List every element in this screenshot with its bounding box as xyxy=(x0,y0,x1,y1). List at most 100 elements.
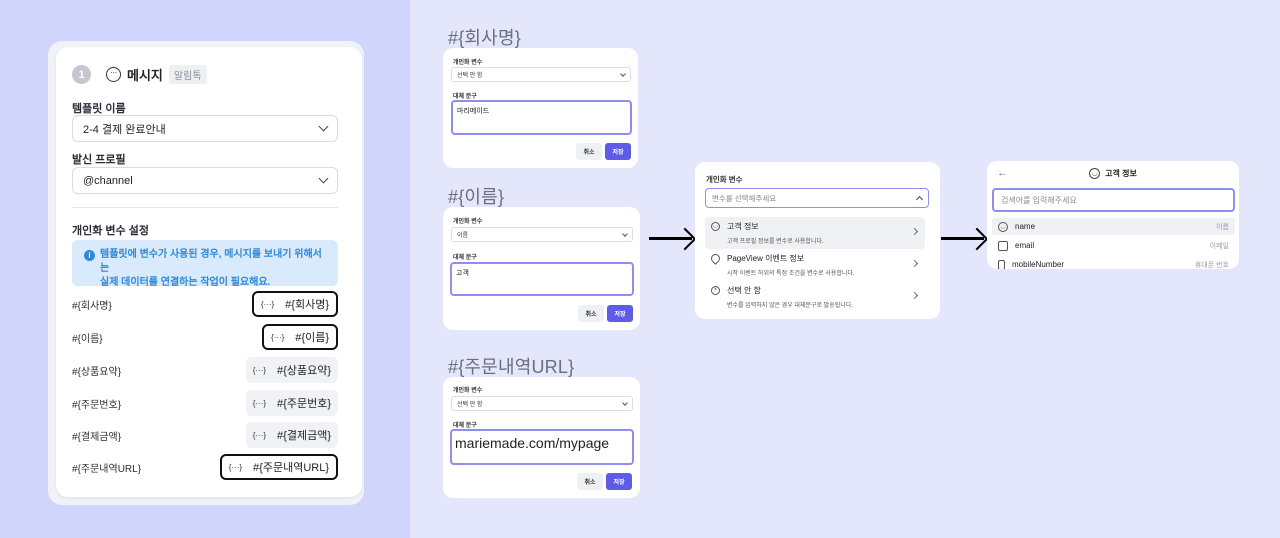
alt-text-value: mariemade.com/mypage xyxy=(455,435,610,451)
customer-info-header: ◡ 고객 정보 xyxy=(987,168,1239,179)
step-number: 1 xyxy=(72,65,91,84)
field-row-label: mobileNumber xyxy=(1012,260,1065,269)
cancel-button[interactable]: 취소 xyxy=(577,473,603,490)
dropdown-item-customer-info[interactable]: ◡ 고객 정보 고객 프로필 정보를 변수로 사용합니다. xyxy=(705,217,925,249)
field-row-label: name xyxy=(1015,222,1036,231)
url-variable-popup: 개인화 변수 선택 안 함 대체 문구 mariemade.com/mypage… xyxy=(443,377,640,498)
variable-row: #{이름} {···} #{이름} xyxy=(72,324,338,350)
template-name-label: 템플릿 이름 xyxy=(72,103,126,115)
chevron-down-icon xyxy=(318,173,329,184)
variable-label: 개인화 변수 xyxy=(453,60,483,66)
variables-heading: 개인화 변수 설정 xyxy=(72,225,149,237)
variable-name: #{이름} xyxy=(72,333,103,345)
location-pin-icon xyxy=(709,252,722,265)
right-arrow-icon xyxy=(941,237,984,240)
user-icon: ◡ xyxy=(998,221,1008,232)
variable-dropdown-popup: 개인화 변수 변수를 선택해주세요 ◡ 고객 정보 고객 프로필 정보를 변수로… xyxy=(695,162,940,319)
dropdown-item-title: 고객 정보 xyxy=(727,222,759,231)
variable-select[interactable]: 이름 xyxy=(451,227,633,242)
variable-row: #{상품요약} {···} #{상품요약} xyxy=(72,357,338,383)
template-select[interactable]: 2-4 결제 완료안내 xyxy=(72,115,338,142)
variable-select-value: 선택 안 함 xyxy=(457,402,483,408)
field-row-label: email xyxy=(1015,241,1035,250)
field-row-description: 이메일 xyxy=(1209,242,1229,250)
cancel-button[interactable]: 취소 xyxy=(578,305,604,322)
sender-profile-value: @channel xyxy=(83,174,133,187)
alt-text-label: 대체 문구 xyxy=(453,94,477,100)
variable-select-value: 선택 안 함 xyxy=(457,73,483,79)
variable-select-placeholder: 변수를 선택해주세요 xyxy=(712,193,777,203)
user-icon: ◡ xyxy=(1089,168,1101,179)
user-icon: ◡ xyxy=(711,222,720,231)
company-variable-popup: 개인화 변수 선택 안 함 대체 문구 마리메이드 취소 저장 xyxy=(443,48,638,168)
field-row-mobile[interactable]: mobileNumber 휴대폰 번호 xyxy=(992,256,1235,269)
variable-chip-button[interactable]: {···} #{회사명} xyxy=(251,291,338,317)
company-variable-heading: #{회사명} xyxy=(448,28,521,48)
info-icon: i xyxy=(84,250,95,261)
variable-label: 개인화 변수 xyxy=(453,219,483,225)
variable-label: 개인화 변수 xyxy=(453,388,483,394)
template-select-value: 2-4 결제 완료안내 xyxy=(83,123,166,136)
variable-select-value: 이름 xyxy=(457,233,469,239)
chevron-up-icon xyxy=(915,195,924,204)
variable-chip-label: #{결제금액} xyxy=(277,430,331,442)
field-row-email[interactable]: email 이메일 xyxy=(992,237,1235,254)
section-divider xyxy=(72,207,338,208)
variable-name: #{주문내역URL} xyxy=(72,463,142,475)
channel-badge: 알림톡 xyxy=(168,65,207,84)
variable-braces-icon: {···} xyxy=(270,332,285,342)
variable-select-open[interactable]: 변수를 선택해주세요 xyxy=(705,188,929,208)
chevron-down-icon xyxy=(318,121,329,132)
variable-select[interactable]: 선택 안 함 xyxy=(451,396,633,411)
variable-chip-button[interactable]: {···} #{주문내역URL} xyxy=(219,454,338,480)
chevron-down-icon xyxy=(622,399,628,406)
variable-chip-button[interactable]: {···} #{결제금액} xyxy=(245,422,338,448)
variable-chip-label: #{이름} xyxy=(295,332,329,344)
variable-chip-button[interactable]: {···} #{주문번호} xyxy=(245,390,338,416)
info-banner: i 템플릿에 변수가 사용된 경우, 메시지를 보내기 위해서는 실제 데이터를… xyxy=(72,240,338,288)
variable-braces-icon: {···} xyxy=(260,299,275,309)
sender-profile-label: 발신 프로필 xyxy=(72,154,126,166)
variable-chip-label: #{주문번호} xyxy=(277,398,331,410)
variable-name: #{결제금액} xyxy=(72,431,122,443)
alt-text-input[interactable]: 고객 xyxy=(450,262,634,296)
variable-chip-label: #{주문내역URL} xyxy=(253,462,329,474)
alt-text-value: 고객 xyxy=(456,270,469,277)
name-variable-popup: 개인화 변수 이름 대체 문구 고객 취소 저장 xyxy=(443,207,640,330)
sender-profile-select[interactable]: @channel xyxy=(72,167,338,194)
variable-name: #{주문번호} xyxy=(72,399,122,411)
variable-chip-button[interactable]: {···} #{이름} xyxy=(261,324,338,350)
save-button[interactable]: 저장 xyxy=(607,305,633,322)
field-row-description: 이름 xyxy=(1216,223,1229,231)
save-button[interactable]: 저장 xyxy=(605,143,631,160)
variable-row: #{결제금액} {···} #{결제금액} xyxy=(72,422,338,448)
search-placeholder: 검색어를 입력해주세요 xyxy=(1001,195,1077,205)
customer-info-title: 고객 정보 xyxy=(1105,169,1137,178)
alt-text-label: 대체 문구 xyxy=(453,255,477,261)
dropdown-item-none[interactable]: × 선택 안 함 변수를 입력하지 않은 경우 대체문구로 발송됩니다. xyxy=(705,281,925,313)
customer-search-input[interactable]: 검색어를 입력해주세요 xyxy=(992,188,1235,212)
variable-chip-label: #{회사명} xyxy=(285,299,329,311)
dropdown-item-title: PageView 이벤트 정보 xyxy=(727,254,805,263)
mail-icon xyxy=(998,240,1008,251)
phone-icon xyxy=(998,259,1005,269)
message-panel: 1 ··· 메시지 알림톡 템플릿 이름 2-4 결제 완료안내 발신 프로필 … xyxy=(56,47,362,497)
cancel-button[interactable]: 취소 xyxy=(576,143,602,160)
step-header: 1 ··· 메시지 알림톡 xyxy=(72,65,207,84)
variable-name: #{상품요약} xyxy=(72,366,122,378)
variable-name: #{회사명} xyxy=(72,300,112,312)
dropdown-item-subtitle: 시작 이벤트 하위의 특정 조건을 변수로 사용합니다. xyxy=(727,271,855,277)
save-button[interactable]: 저장 xyxy=(606,473,632,490)
step-title: 메시지 xyxy=(127,68,163,83)
variable-select[interactable]: 선택 안 함 xyxy=(451,67,631,82)
field-row-description: 휴대폰 번호 xyxy=(1194,261,1229,269)
alt-text-input[interactable]: mariemade.com/mypage xyxy=(450,429,634,465)
right-arrow-icon xyxy=(649,237,692,240)
dropdown-item-pageview[interactable]: PageView 이벤트 정보 시작 이벤트 하위의 특정 조건을 변수로 사용… xyxy=(705,249,925,281)
field-row-name[interactable]: ◡ name 이름 xyxy=(992,218,1235,235)
dropdown-item-subtitle: 고객 프로필 정보를 변수로 사용합니다. xyxy=(727,239,824,245)
alt-text-input[interactable]: 마리메이드 xyxy=(451,100,632,135)
variable-chip-button[interactable]: {···} #{상품요약} xyxy=(245,357,338,383)
info-text-line-2: 실제 데이터를 연결하는 작업이 필요해요. xyxy=(100,277,271,288)
alt-text-value: 마리메이드 xyxy=(457,108,490,115)
